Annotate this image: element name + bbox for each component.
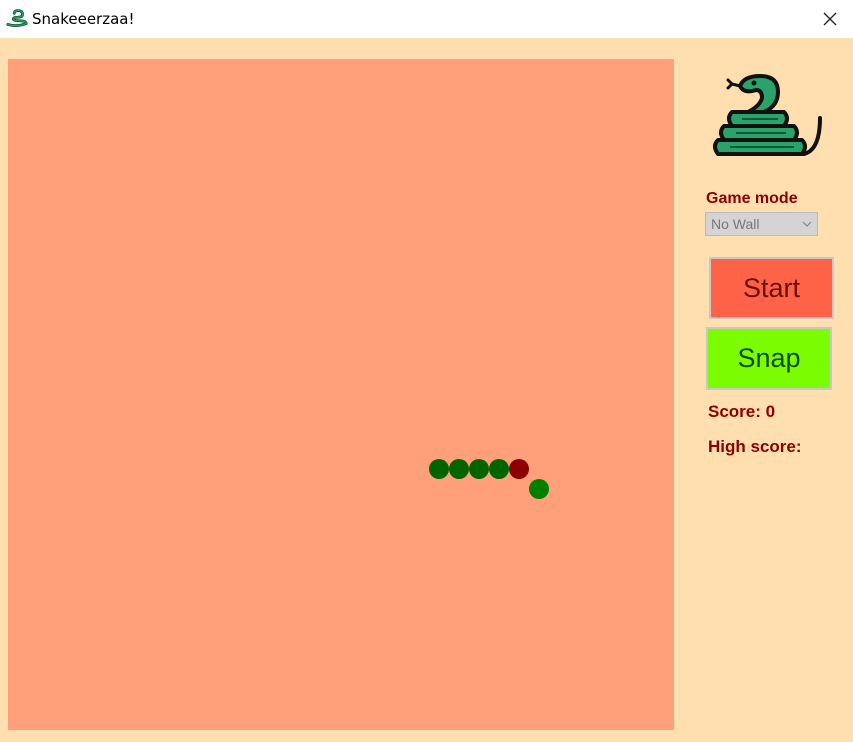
game-board[interactable]: [8, 59, 674, 730]
high-score-label: High score:: [708, 437, 802, 456]
snake-logo-icon: [713, 74, 822, 156]
game-mode-value: No Wall: [711, 216, 760, 232]
close-button[interactable]: [807, 0, 853, 38]
snake-segment: [449, 459, 469, 479]
score-label: Score: 0: [708, 402, 776, 421]
game-mode-label: Game mode: [706, 190, 798, 207]
close-icon: [823, 12, 837, 26]
start-button[interactable]: Start: [709, 257, 834, 319]
game-mode-dropdown[interactable]: No Wall: [705, 212, 818, 236]
title-bar: Snakeeerzaa!: [0, 0, 853, 38]
snake-segment: [489, 459, 509, 479]
chevron-down-icon: [802, 221, 812, 227]
food: [529, 479, 549, 499]
snake-segment: [469, 459, 489, 479]
snake-segment: [429, 459, 449, 479]
window-title: Snakeeerzaa!: [32, 10, 135, 28]
game-window: Game mode No Wall Start Snap Score: 0 Hi…: [0, 38, 853, 742]
snap-button[interactable]: Snap: [706, 327, 832, 390]
snake-head: [509, 459, 529, 479]
snake-icon: [6, 9, 28, 27]
